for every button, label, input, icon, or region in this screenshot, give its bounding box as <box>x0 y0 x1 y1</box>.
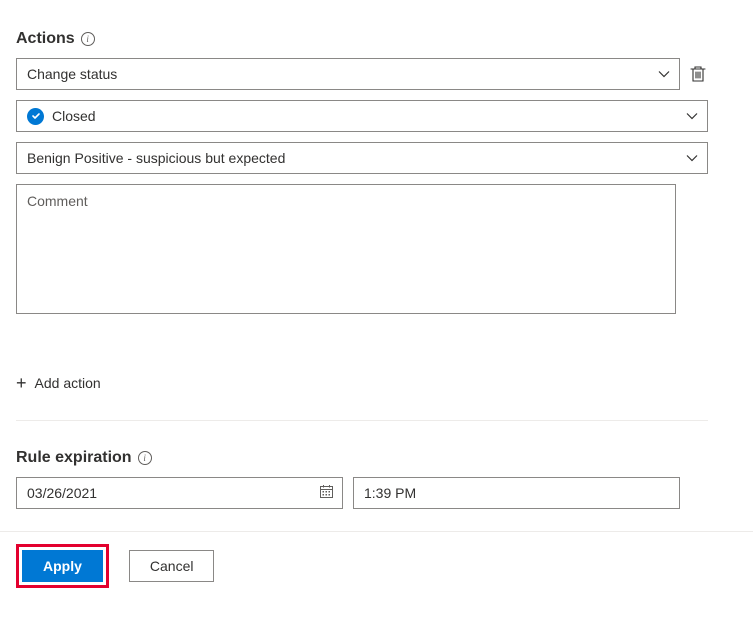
apply-button[interactable]: Apply <box>22 550 103 582</box>
check-icon <box>27 108 44 125</box>
comment-textarea[interactable] <box>16 184 676 314</box>
classification-dropdown[interactable]: Benign Positive - suspicious but expecte… <box>16 142 708 174</box>
action-type-value: Change status <box>27 66 117 82</box>
actions-heading: Actions i <box>16 30 708 48</box>
trash-icon <box>690 65 706 83</box>
apply-highlight: Apply <box>16 544 109 588</box>
chevron-down-icon <box>685 151 699 165</box>
plus-icon: + <box>16 374 27 392</box>
actions-heading-text: Actions <box>16 30 75 48</box>
status-dropdown[interactable]: Closed <box>16 100 708 132</box>
divider <box>0 531 753 532</box>
add-action-label: Add action <box>35 375 101 391</box>
rule-expiration-text: Rule expiration <box>16 449 132 467</box>
expiration-time-value: 1:39 PM <box>364 485 416 501</box>
calendar-icon <box>319 484 334 502</box>
info-icon[interactable]: i <box>81 32 95 46</box>
chevron-down-icon <box>657 67 671 81</box>
classification-value: Benign Positive - suspicious but expecte… <box>27 150 285 166</box>
expiration-date-value: 03/26/2021 <box>27 485 97 501</box>
status-value: Closed <box>52 108 96 124</box>
action-type-dropdown[interactable]: Change status <box>16 58 680 90</box>
expiration-time-input[interactable]: 1:39 PM <box>353 477 680 509</box>
add-action-button[interactable]: + Add action <box>16 374 708 392</box>
divider <box>16 420 708 421</box>
delete-action-button[interactable] <box>688 64 708 84</box>
chevron-down-icon <box>685 109 699 123</box>
rule-expiration-heading: Rule expiration i <box>16 449 708 467</box>
expiration-date-input[interactable]: 03/26/2021 <box>16 477 343 509</box>
info-icon[interactable]: i <box>138 451 152 465</box>
cancel-button[interactable]: Cancel <box>129 550 215 582</box>
